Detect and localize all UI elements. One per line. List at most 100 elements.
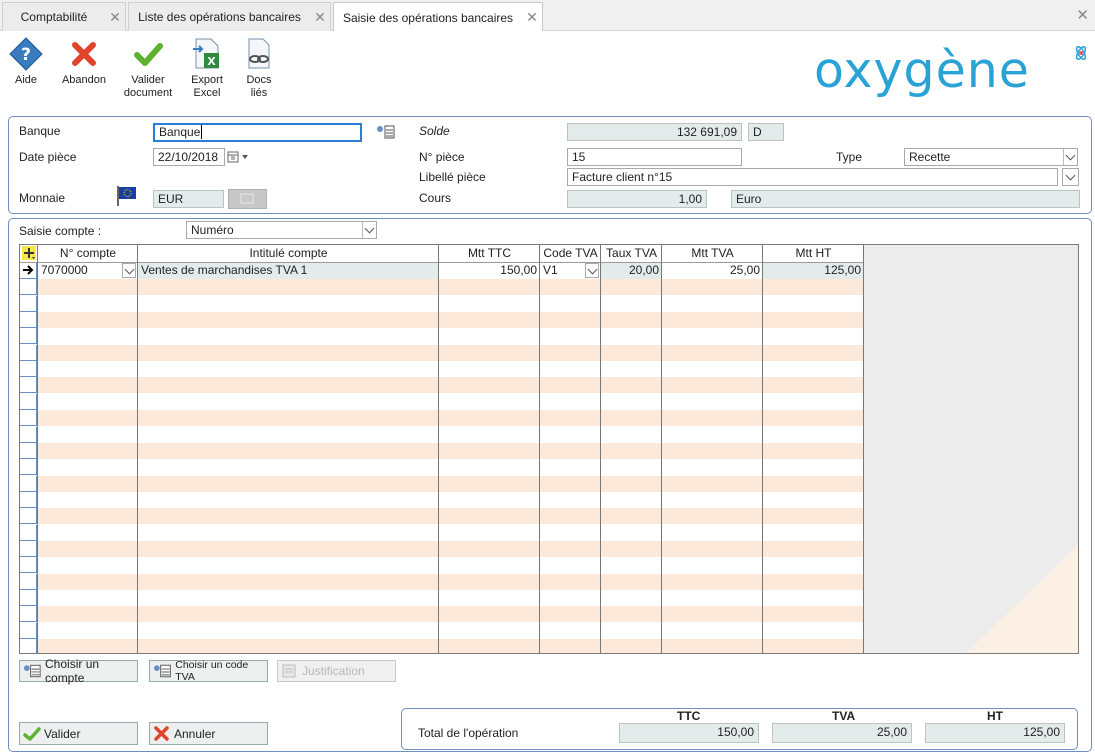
libelle-dropdown-button[interactable] [1062,168,1079,186]
banque-input[interactable]: Banque [153,123,362,142]
monnaie-input[interactable]: EUR [153,190,224,208]
row-selector[interactable] [20,410,37,426]
row-selector[interactable] [20,557,37,573]
grid-col-divider [863,245,864,653]
close-icon[interactable]: ✕ [522,9,542,26]
tab-comptabilite[interactable]: Comptabilité ✕ [2,2,126,31]
type-select[interactable]: Recette [904,148,1078,166]
col-numero-compte[interactable]: N° compte [38,245,138,263]
tab-liste-operations[interactable]: Liste des opérations bancaires ✕ [128,2,331,31]
table-row[interactable] [20,459,864,475]
table-row[interactable] [20,328,864,344]
row-selector[interactable] [20,279,37,295]
currency-button[interactable] [228,189,267,209]
table-row[interactable] [20,394,864,410]
col-taux-tva[interactable]: Taux TVA [601,245,662,263]
total-ttc-header: TTC [677,709,701,723]
row-selector[interactable] [20,263,37,279]
table-row[interactable] [20,492,864,508]
table-row[interactable] [20,590,864,606]
row-selector[interactable] [20,427,37,443]
valider-document-button[interactable]: Valider document [120,37,176,100]
row-selector[interactable] [20,394,37,410]
svg-text:?: ? [21,45,31,65]
col-mtt-ttc[interactable]: Mtt TTC [439,245,540,263]
table-row[interactable] [20,377,864,393]
choisir-code-tva-button[interactable]: Choisir un code TVA [149,659,268,683]
cell-code-tva[interactable]: V1 [540,263,601,279]
cell-compte[interactable]: 7070000 [38,263,138,279]
table-row[interactable] [20,361,864,377]
export-excel-button[interactable]: X Export Excel [186,37,228,100]
table-row[interactable] [20,427,864,443]
window-close-icon[interactable]: ✕ [1076,6,1089,24]
table-row[interactable] [20,410,864,426]
chevron-down-icon[interactable] [362,222,376,238]
table-row[interactable] [20,296,864,312]
numero-piece-input[interactable]: 15 [567,148,742,166]
chevron-down-icon[interactable] [1063,149,1077,165]
close-icon[interactable]: ✕ [310,9,330,26]
row-selector[interactable] [20,541,37,557]
aide-button[interactable]: ? Aide [6,37,46,87]
row-selector[interactable] [20,345,37,361]
chevron-down-icon[interactable] [585,263,599,278]
calendar-icon[interactable] [227,150,251,164]
annuler-button[interactable]: Annuler [149,722,268,745]
grid-col-divider [137,245,138,653]
add-row-header[interactable] [20,245,38,263]
arrow-right-icon [23,265,34,275]
row-selector[interactable] [20,443,37,459]
table-row[interactable] [20,508,864,524]
close-icon[interactable]: ✕ [105,9,125,26]
table-row[interactable] [20,557,864,573]
row-selector[interactable] [20,525,37,541]
table-row[interactable]: 7070000 Ventes de marchandises TVA 1 150… [20,263,864,279]
choisir-compte-button[interactable]: Choisir un compte [19,657,138,685]
cell-mtt-ttc[interactable]: 150,00 [439,263,540,279]
table-row[interactable] [20,574,864,590]
help-icon: ? [9,37,43,71]
row-selector[interactable] [20,377,37,393]
row-selector[interactable] [20,312,37,328]
chevron-down-icon[interactable] [122,263,136,278]
row-selector[interactable] [20,623,37,639]
table-row[interactable] [20,279,864,295]
tab-saisie-operations[interactable]: Saisie des opérations bancaires ✕ [333,2,543,32]
row-selector[interactable] [20,361,37,377]
valider-button[interactable]: Valider [19,722,138,745]
libelle-piece-input[interactable]: Facture client n°15 [567,168,1058,186]
cell-mtt-tva[interactable]: 25,00 [662,263,763,279]
list-picker-icon[interactable] [376,124,396,140]
row-selector[interactable] [20,606,37,622]
table-row[interactable] [20,443,864,459]
abandon-button[interactable]: Abandon [58,37,110,87]
justification-button[interactable]: Justification [277,660,396,682]
table-row[interactable] [20,345,864,361]
col-intitule-compte[interactable]: Intitulé compte [138,245,439,263]
checkmark-icon [23,726,41,741]
saisie-compte-select[interactable]: Numéro [186,221,377,239]
table-row[interactable] [20,525,864,541]
col-code-tva[interactable]: Code TVA [540,245,601,263]
row-selector[interactable] [20,328,37,344]
row-selector[interactable] [20,574,37,590]
row-selector[interactable] [20,508,37,524]
row-selector[interactable] [20,476,37,492]
table-row[interactable] [20,476,864,492]
row-selector[interactable] [20,459,37,475]
row-selector[interactable] [20,639,37,653]
table-row[interactable] [20,606,864,622]
row-selector[interactable] [20,296,37,312]
col-mtt-tva[interactable]: Mtt TVA [662,245,763,263]
table-row[interactable] [20,623,864,639]
docs-lies-button[interactable]: Docs liés [238,37,280,100]
col-mtt-ht[interactable]: Mtt HT [763,245,864,263]
table-row[interactable] [20,639,864,653]
date-piece-input[interactable]: 22/10/2018 [153,148,225,166]
cross-icon [154,725,169,741]
row-selector[interactable] [20,590,37,606]
row-selector[interactable] [20,492,37,508]
table-row[interactable] [20,541,864,557]
table-row[interactable] [20,312,864,328]
